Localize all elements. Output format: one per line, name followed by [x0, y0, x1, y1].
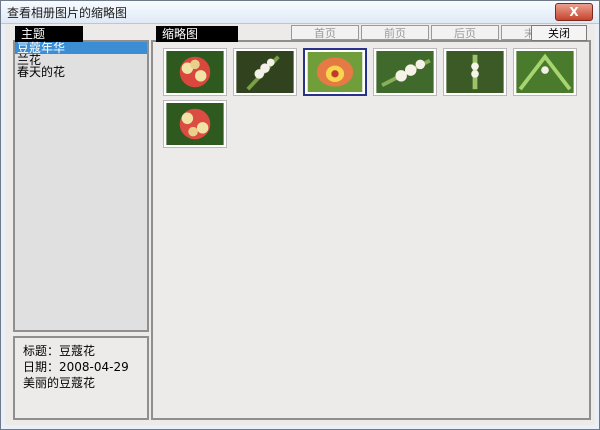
theme-item-3[interactable]: 春天的花 — [15, 66, 147, 78]
thumbnail-white-buds[interactable] — [233, 48, 297, 96]
thumbnail-red-flower[interactable] — [163, 48, 227, 96]
orange-flower-image — [307, 52, 363, 92]
info-text: 标题：豆蔻花 日期：2008-04-29 美丽的豆蔻花 — [23, 343, 129, 391]
green-leaves-image — [516, 51, 574, 93]
thumbnail-green-leaves[interactable] — [513, 48, 577, 96]
theme-list[interactable]: 豆蔻年华 兰花 春天的花 — [15, 42, 147, 78]
prev-page-button[interactable]: 前页 — [361, 25, 429, 40]
themes-panel — [13, 40, 149, 332]
info-title: 标题：豆蔻花 — [23, 344, 96, 358]
white-buds-image — [236, 51, 294, 93]
white-buds-2-image — [376, 51, 434, 93]
title-bar: 查看相册图片的缩略图 X — [1, 1, 599, 24]
info-desc: 美丽的豆蔻花 — [23, 376, 96, 390]
green-spike-image — [446, 51, 504, 93]
thumbnail-green-spike[interactable] — [443, 48, 507, 96]
app-window: 查看相册图片的缩略图 X 主题 豆蔻年华 兰花 春天的花 标题：豆蔻花 日期：2… — [0, 0, 600, 430]
close-button[interactable]: 关闭 — [531, 25, 587, 41]
red-flower-2-image — [166, 103, 224, 145]
thumbnail-white-buds-2[interactable] — [373, 48, 437, 96]
first-page-button[interactable]: 首页 — [291, 25, 359, 40]
window-title: 查看相册图片的缩略图 — [7, 6, 128, 20]
info-date: 日期：2008-04-29 — [23, 360, 129, 374]
themes-header: 主题 — [15, 26, 83, 42]
thumbnail-red-flower-2[interactable] — [163, 100, 227, 148]
client-area: 主题 豆蔻年华 兰花 春天的花 标题：豆蔻花 日期：2008-04-29 美丽的… — [5, 24, 595, 425]
window-close-button[interactable]: X — [555, 3, 593, 21]
next-page-button[interactable]: 后页 — [431, 25, 499, 40]
thumbnail-orange-flower[interactable] — [303, 48, 367, 96]
thumbnails-header: 缩略图 — [156, 26, 238, 42]
thumbnails-panel — [151, 40, 591, 420]
red-flower-image — [166, 51, 224, 93]
